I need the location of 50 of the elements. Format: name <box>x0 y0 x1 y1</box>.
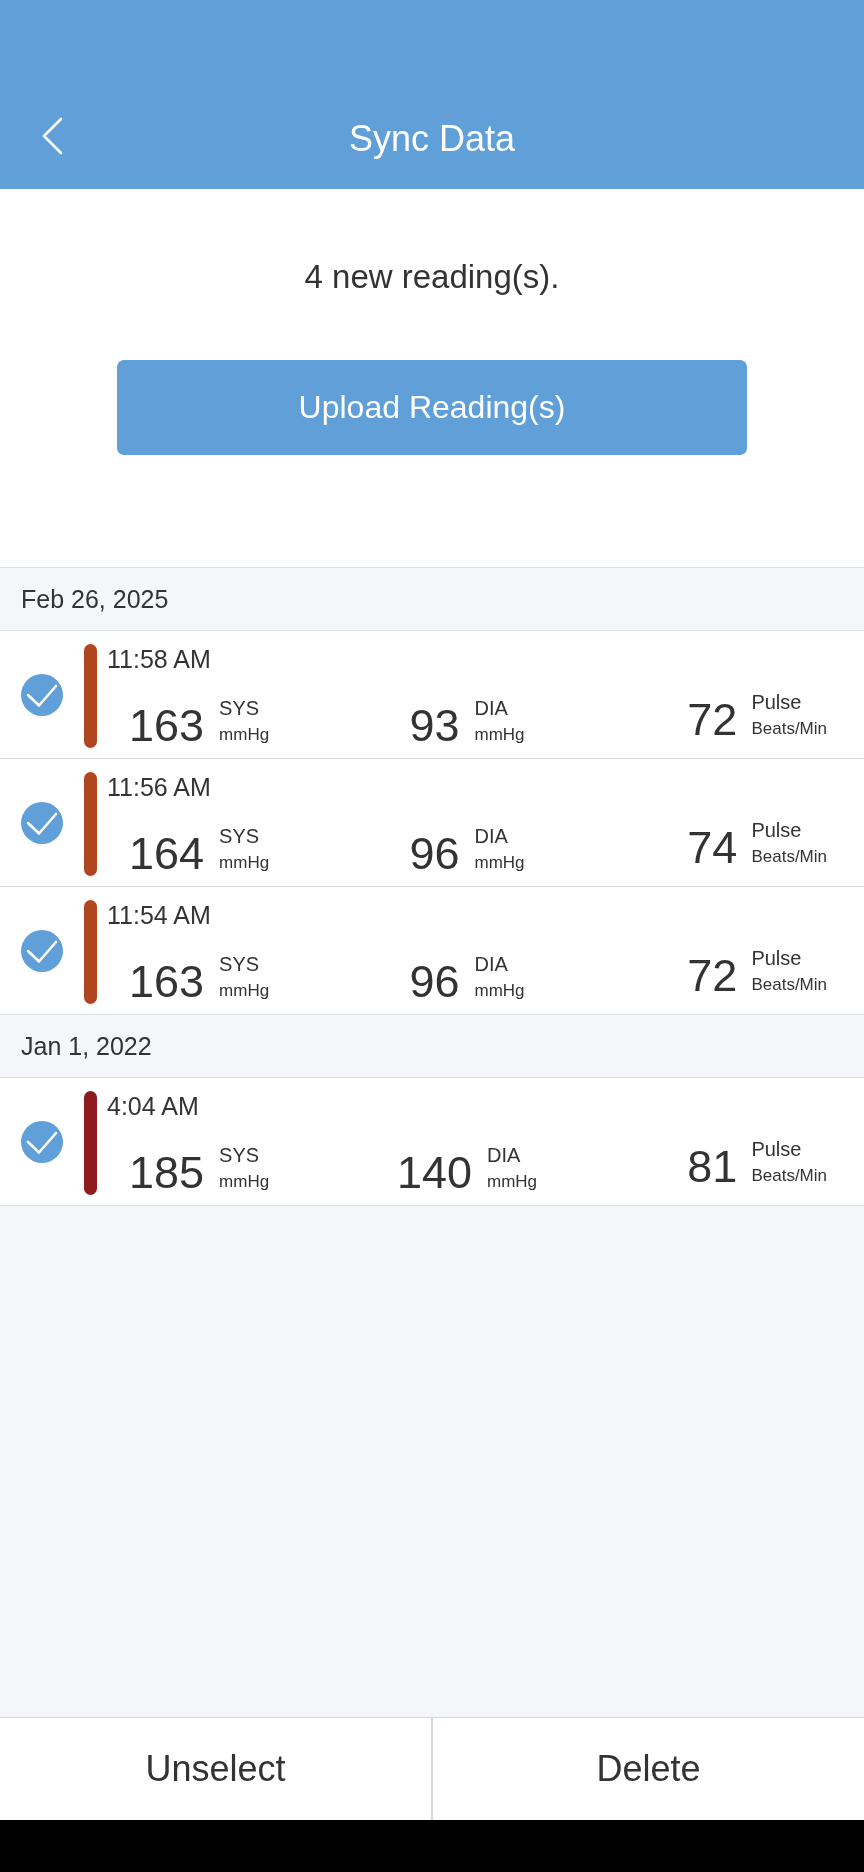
pulse-value: 81 <box>687 1142 738 1192</box>
systolic-label: SYS <box>219 696 260 720</box>
systolic-label: SYS <box>219 1143 260 1167</box>
diastolic-label: DIA <box>474 824 508 848</box>
diastolic-value: 93 <box>409 701 460 751</box>
pulse-label: Pulse <box>751 1137 802 1161</box>
systolic-value: 185 <box>129 1148 205 1198</box>
pulse-value: 74 <box>687 823 738 873</box>
reading-time: 11:56 AM <box>107 772 212 802</box>
systolic-unit: mmHg <box>219 980 270 1002</box>
systolic-value: 163 <box>129 957 205 1007</box>
back-icon <box>41 117 63 155</box>
date-label: Feb 26, 2025 <box>21 584 169 614</box>
pulse-unit: Beats/Min <box>751 718 827 740</box>
diastolic-label: DIA <box>474 952 508 976</box>
checkbox-icon[interactable] <box>21 930 63 972</box>
pulse-value: 72 <box>687 951 738 1001</box>
systolic-unit: mmHg <box>219 852 270 874</box>
back-button[interactable] <box>41 117 63 155</box>
pulse-unit: Beats/Min <box>751 846 827 868</box>
pulse-unit: Beats/Min <box>751 1165 827 1187</box>
summary-text: 4 new reading(s). <box>304 257 560 297</box>
pulse-label: Pulse <box>751 818 802 842</box>
reading-time: 11:58 AM <box>107 644 212 674</box>
checkbox-icon[interactable] <box>21 802 63 844</box>
diastolic-value: 140 <box>396 1148 472 1198</box>
systolic-label: SYS <box>219 824 260 848</box>
diastolic-unit: mmHg <box>474 852 525 874</box>
systolic-unit: mmHg <box>219 1171 270 1193</box>
pulse-label: Pulse <box>751 946 802 970</box>
pulse-label: Pulse <box>751 690 802 714</box>
systolic-unit: mmHg <box>219 724 270 746</box>
pulse-value: 72 <box>687 695 738 745</box>
screen-title: Sync Data <box>347 117 517 161</box>
diastolic-unit: mmHg <box>487 1171 538 1193</box>
diastolic-value: 96 <box>409 957 460 1007</box>
systolic-label: SYS <box>219 952 260 976</box>
diastolic-unit: mmHg <box>474 980 525 1002</box>
systolic-value: 163 <box>129 701 205 751</box>
reading-time: 11:54 AM <box>107 900 212 930</box>
diastolic-unit: mmHg <box>474 724 525 746</box>
date-label: Jan 1, 2022 <box>21 1031 152 1061</box>
systolic-value: 164 <box>129 829 205 879</box>
reading-time: 4:04 AM <box>107 1091 200 1121</box>
diastolic-label: DIA <box>474 696 508 720</box>
diastolic-value: 96 <box>409 829 460 879</box>
pulse-unit: Beats/Min <box>751 974 827 996</box>
diastolic-label: DIA <box>487 1143 521 1167</box>
checkbox-icon[interactable] <box>21 674 63 716</box>
checkbox-icon[interactable] <box>21 1121 63 1163</box>
